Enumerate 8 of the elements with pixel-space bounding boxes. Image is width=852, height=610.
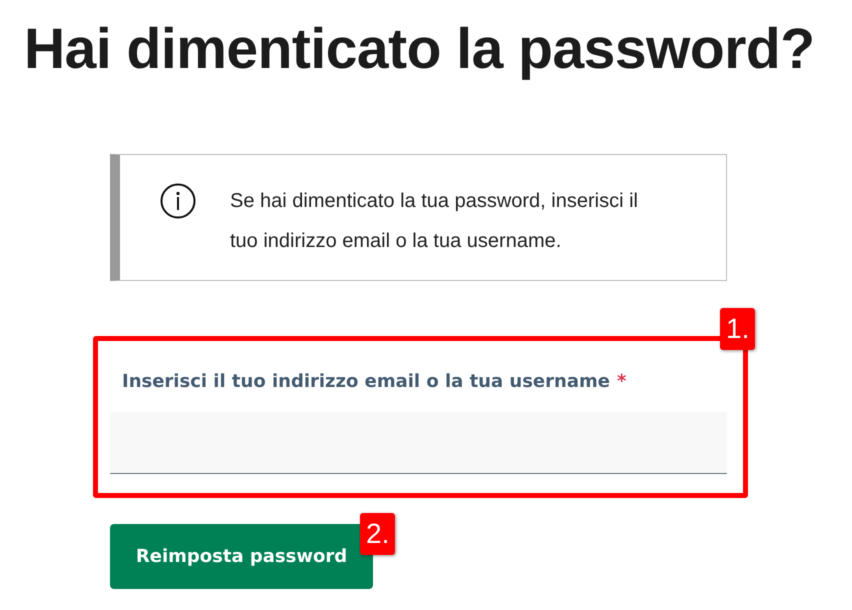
required-mark: * bbox=[616, 371, 626, 392]
annotation-badge: 1. bbox=[720, 308, 756, 350]
annotation-badge: 2. bbox=[360, 513, 396, 555]
field-label: Inserisci il tuo indirizzo email o la tua username bbox=[122, 371, 610, 392]
notice-text: Se hai dimenticato la tua password, inserisci il tuo indirizzo email o la tua username. bbox=[230, 189, 639, 254]
info-icon bbox=[160, 183, 196, 219]
input-field[interactable] bbox=[110, 412, 727, 474]
page-title: Hai dimenticato la password? bbox=[24, 16, 816, 83]
